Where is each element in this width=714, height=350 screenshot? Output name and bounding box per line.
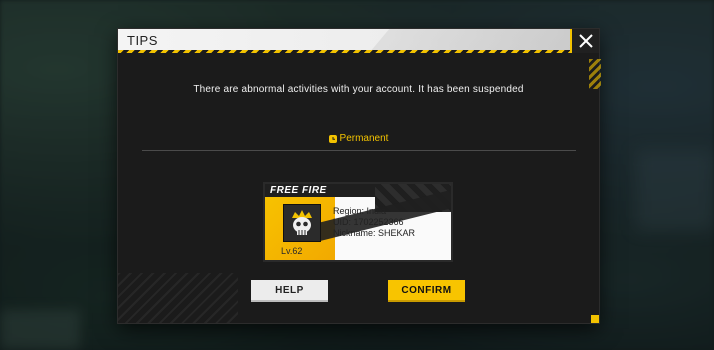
duration-label: Permanent (339, 133, 389, 144)
title-bar-stripe (118, 50, 570, 53)
close-button[interactable] (570, 29, 599, 53)
dialog-title-bar: TIPS (118, 29, 570, 53)
close-icon (578, 34, 593, 48)
skull-crown-icon (284, 205, 320, 241)
avatar (283, 204, 321, 242)
player-level: Lv.62 (281, 246, 303, 256)
player-nickname: Nickname: SHEKAR (333, 228, 416, 238)
dialog-actions: HELP CONFIRM (118, 280, 599, 304)
player-profile-card: FREE FIRE Lv.62 Region: India UID: 17022… (265, 184, 451, 260)
suspension-message: There are abnormal activities with your … (193, 84, 524, 95)
tips-dialog: TIPS There are abnormal activities with … (118, 29, 601, 323)
suspension-duration: Permanent (118, 133, 599, 144)
player-region: Region: India (333, 206, 387, 216)
help-button[interactable]: HELP (251, 280, 328, 302)
player-info: Region: India UID: 1702252366 Nickname: … (333, 206, 415, 239)
dialog-title: TIPS (127, 33, 158, 48)
confirm-button[interactable]: CONFIRM (388, 280, 465, 302)
game-logo: FREE FIRE (270, 185, 327, 196)
divider (142, 150, 576, 151)
player-uid: UID: 1702252366 (333, 217, 404, 227)
clock-icon (328, 134, 337, 143)
corner-decoration (591, 315, 599, 323)
